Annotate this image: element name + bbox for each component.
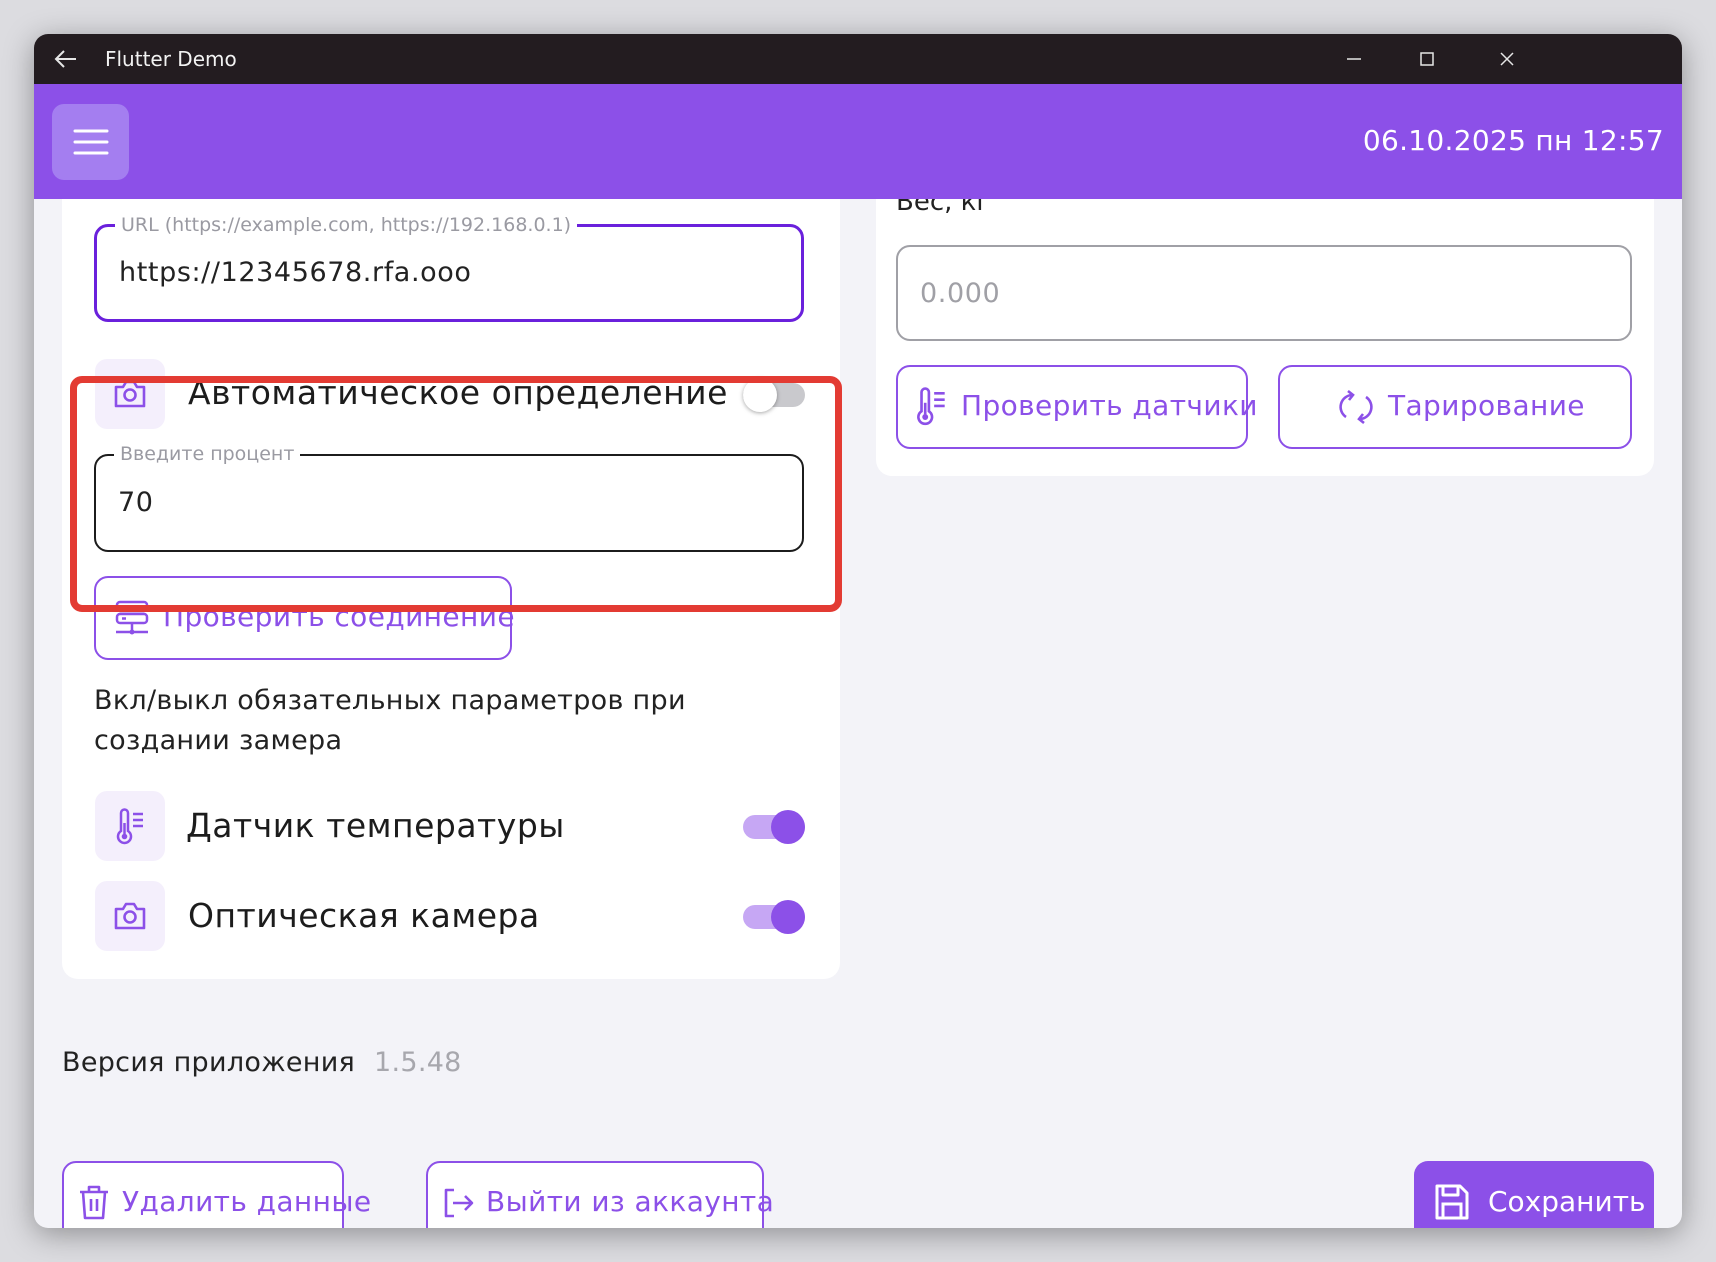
logout-icon — [444, 1188, 474, 1218]
maximize-icon[interactable] — [1412, 44, 1442, 74]
app-bar: 06.10.2025 пн 12:57 — [34, 84, 1682, 199]
save-button[interactable]: Сохранить — [1414, 1161, 1654, 1228]
url-field-label: URL (https://example.com, https://192.16… — [115, 214, 578, 236]
weight-field[interactable]: 0.000 — [896, 245, 1632, 341]
menu-button[interactable] — [52, 104, 129, 180]
weight-label: Вес, кг — [896, 199, 991, 217]
url-field[interactable]: URL (https://example.com, https://192.16… — [94, 214, 804, 322]
check-sensors-button[interactable]: Проверить датчики — [896, 365, 1257, 449]
version-label: Версия приложения — [62, 1047, 356, 1078]
temperature-toggle[interactable] — [743, 806, 807, 846]
minimize-icon[interactable] — [1339, 44, 1369, 74]
app-window: Flutter Demo 06.10.2025 пн 12:57 URL (ht… — [34, 34, 1682, 1228]
params-description: Вкл/выкл обязательных параметров при соз… — [94, 685, 686, 756]
title-bar: Flutter Demo — [34, 34, 1682, 84]
toggle-thumb — [771, 810, 805, 844]
logout-label: Выйти из аккаунта — [486, 1185, 775, 1218]
highlight-frame — [70, 376, 842, 612]
refresh-icon — [1339, 389, 1373, 425]
camera-icon — [114, 902, 146, 930]
hamburger-icon — [73, 129, 109, 155]
back-arrow-icon[interactable] — [52, 45, 80, 73]
version-value: 1.5.48 — [373, 1047, 462, 1078]
logout-button[interactable]: Выйти из аккаунта — [426, 1161, 774, 1228]
toggle-thumb — [771, 900, 805, 934]
thermometer-icon — [116, 808, 143, 845]
tare-label: Тарирование — [1388, 389, 1585, 422]
delete-data-button[interactable]: Удалить данные — [62, 1161, 371, 1228]
camera-icon-tile — [95, 881, 165, 951]
thermometer-icon — [917, 387, 945, 426]
weight-card: Вес, кг 0.000 Проверить датчики Тарирова… — [876, 199, 1654, 476]
delete-data-label: Удалить данные — [122, 1185, 372, 1218]
camera-label: Оптическая камера — [188, 896, 540, 935]
weight-placeholder: 0.000 — [920, 278, 1001, 309]
camera-toggle[interactable] — [743, 896, 807, 936]
datetime-display: 06.10.2025 пн 12:57 — [1362, 124, 1664, 157]
settings-content[interactable]: URL (https://example.com, https://192.16… — [34, 199, 1682, 1228]
temperature-icon-tile — [95, 791, 165, 861]
version-row: Версия приложения 1.5.48 — [62, 1047, 462, 1078]
window-title: Flutter Demo — [105, 47, 237, 71]
tare-button[interactable]: Тарирование — [1278, 365, 1632, 449]
save-icon — [1435, 1184, 1469, 1220]
trash-icon — [80, 1185, 108, 1220]
url-field-value: https://12345678.rfa.ooo — [119, 257, 472, 288]
close-icon[interactable] — [1492, 44, 1522, 74]
check-sensors-label: Проверить датчики — [961, 389, 1258, 422]
save-label: Сохранить — [1488, 1185, 1646, 1218]
temperature-label: Датчик температуры — [186, 806, 565, 845]
